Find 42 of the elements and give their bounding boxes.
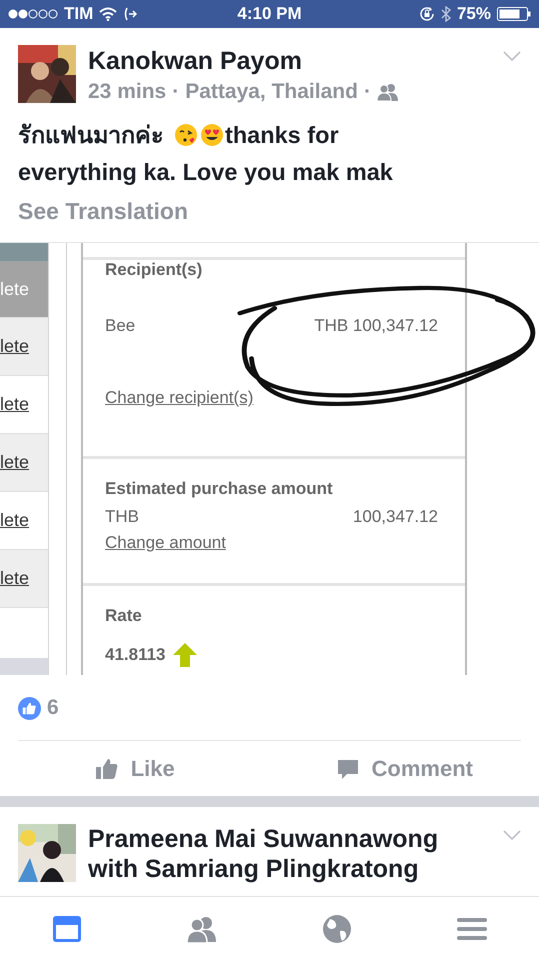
battery-percent: 75% bbox=[456, 4, 491, 24]
news-feed-icon bbox=[51, 914, 84, 944]
section-title: Rate bbox=[105, 606, 143, 626]
delete-link[interactable]: lete bbox=[0, 318, 48, 376]
post-text: รักแฟนมากค่ะ bbox=[18, 121, 164, 150]
chevron-down-icon[interactable] bbox=[503, 829, 521, 841]
battery-icon bbox=[497, 7, 531, 21]
globe-icon bbox=[320, 914, 353, 944]
post-meta: · bbox=[172, 79, 180, 105]
post-meta: · bbox=[364, 79, 371, 105]
friends-icon bbox=[376, 83, 399, 101]
section-title: Estimated purchase amount bbox=[105, 479, 334, 499]
thumbs-up-icon bbox=[94, 756, 119, 780]
post-meta: 23 mins bbox=[88, 79, 166, 105]
recipient-amount: THB 100,347.12 bbox=[314, 316, 438, 336]
sidebar-header bbox=[0, 243, 48, 261]
tagged-friend[interactable]: with Samriang Plingkratong bbox=[88, 854, 438, 884]
change-amount-link[interactable]: Change amount bbox=[105, 533, 226, 553]
currency-label: THB bbox=[105, 507, 139, 527]
rate-value: 41.8113 bbox=[105, 645, 166, 665]
delete-link[interactable]: lete bbox=[0, 434, 48, 492]
wifi-icon bbox=[99, 7, 118, 21]
purchase-amount: 100,347.12 bbox=[352, 507, 438, 527]
section-title: Recipient(s) bbox=[105, 260, 202, 279]
signal-icon bbox=[8, 9, 58, 19]
delete-link[interactable]: lete bbox=[0, 550, 48, 608]
author-name[interactable]: Prameena Mai Suwannawong bbox=[88, 824, 438, 854]
post-text: everything ka. Love you mak mak bbox=[18, 158, 393, 187]
post-text: thanks for bbox=[225, 121, 339, 150]
chevron-down-icon[interactable] bbox=[503, 50, 521, 62]
call-forward-icon bbox=[123, 7, 138, 21]
kissing-face-icon bbox=[174, 123, 198, 147]
bluetooth-icon bbox=[440, 6, 451, 22]
clock-time: 4:10 PM bbox=[237, 4, 302, 23]
heart-eyes-face-icon bbox=[200, 123, 224, 147]
post-meta: Pattaya, Thailand bbox=[185, 79, 358, 105]
like-reaction-icon bbox=[18, 696, 41, 720]
author-name[interactable]: Kanokwan Payom bbox=[88, 45, 399, 77]
carrier-name: TIM bbox=[64, 4, 94, 24]
rotation-lock-icon bbox=[418, 6, 435, 22]
change-recipient-link[interactable]: Change recipient(s) bbox=[105, 388, 254, 408]
recipient-name: Bee bbox=[105, 316, 136, 336]
